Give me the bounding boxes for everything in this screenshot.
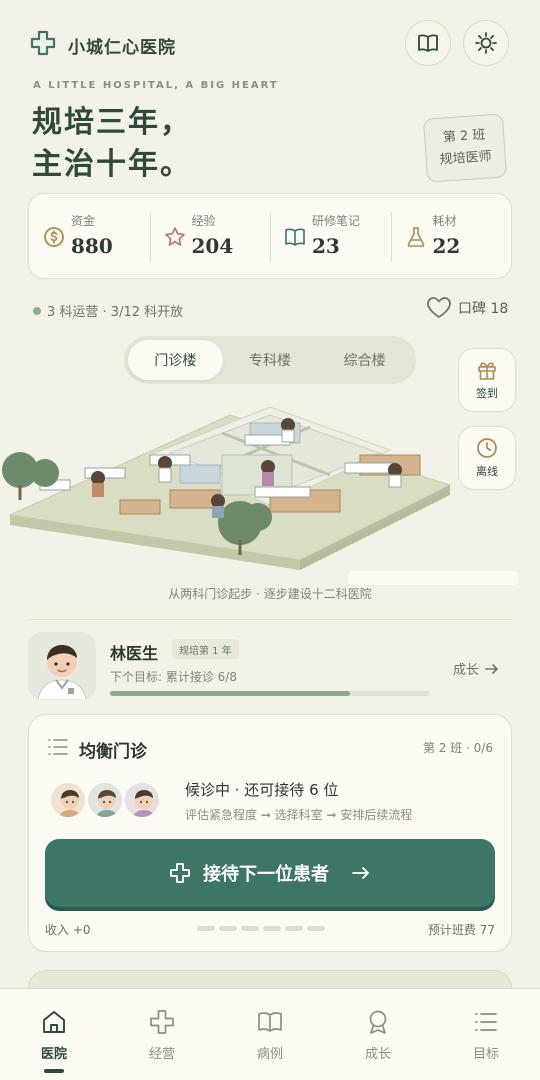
book-icon	[418, 34, 438, 52]
nav-label: 病例	[256, 1047, 283, 1062]
nav-hospital[interactable]: 医院	[0, 989, 108, 1080]
clinic-card: 均衡门诊 第 2 班 · 0/6 候诊中 · 还可接待 6 位 评估紧急程度 ➞…	[28, 714, 512, 952]
stat-label: 资金	[71, 214, 96, 228]
stat-notes[interactable]: 研修笔记 23	[270, 194, 391, 278]
hospital-cross-icon	[30, 30, 56, 56]
arrow-right-icon	[352, 867, 369, 879]
pager-dot[interactable]	[197, 926, 215, 931]
stat-label: 经验	[191, 214, 216, 228]
arrow-right-icon	[485, 663, 498, 674]
gift-icon	[478, 362, 496, 380]
hero-line-2: 主治十年。	[32, 147, 192, 182]
tagline: A LITTLE HOSPITAL, A BIG HEART	[33, 80, 279, 91]
tab-outpatient[interactable]: 门诊楼	[128, 340, 223, 380]
goal-progress	[110, 691, 430, 696]
star-icon	[164, 227, 185, 246]
doctor-year-badge: 规培第 1 年	[172, 639, 239, 659]
clinic-shift-meta: 第 2 班 · 0/6	[422, 741, 493, 755]
nav-cases[interactable]: 病例	[216, 989, 324, 1080]
medal-icon	[369, 1010, 387, 1034]
sun-icon	[475, 32, 497, 54]
pager-dot[interactable]	[285, 926, 303, 931]
doctor-goal: 下个目标: 累计接诊 6/8	[110, 670, 237, 684]
stat-label: 耗材	[432, 214, 457, 228]
class-stamp: 第 2 班 规培医师	[422, 113, 508, 183]
coin-icon	[44, 227, 64, 247]
reputation-badge[interactable]: 口碑 18	[426, 296, 508, 320]
status-dot	[33, 306, 41, 315]
nav-label: 目标	[472, 1047, 499, 1062]
tab-specialty[interactable]: 专科楼	[223, 340, 318, 380]
divider	[28, 619, 512, 620]
book-icon	[285, 228, 305, 246]
cta-label: 接待下一位患者	[203, 864, 329, 885]
home-icon	[43, 1011, 65, 1033]
map-caption: 从两科门诊起步 · 逐步建设十二科医院	[168, 587, 372, 601]
guide-button[interactable]	[405, 20, 451, 66]
nav-label: 经营	[148, 1047, 175, 1062]
growth-link[interactable]: 成长	[453, 659, 499, 678]
building-tabs: 门诊楼 专科楼 综合楼	[124, 336, 416, 384]
income-text: 收入 +0	[45, 923, 91, 937]
patient-portrait-icon	[95, 790, 119, 817]
hero-title: 规培三年， 主治十年。	[32, 102, 192, 186]
department-status: 3 科运营 · 3/12 科开放	[33, 301, 183, 320]
reputation-text: 口碑 18	[458, 301, 509, 317]
stamp-class: 第 2 班	[442, 127, 486, 146]
stat-experience[interactable]: 经验 204	[149, 194, 271, 278]
theme-button[interactable]	[463, 20, 509, 66]
pager-dot[interactable]	[263, 926, 281, 931]
goal-progress-fill	[110, 691, 350, 696]
doctor-name: 林医生	[110, 644, 159, 663]
resource-stats-card: 资金 880 经验 204 研修笔记 23 耗材 22	[28, 193, 512, 279]
heart-icon	[427, 297, 451, 318]
clinic-title: 均衡门诊	[79, 742, 147, 762]
expected-fee: 预计班费 77	[427, 923, 495, 937]
flask-icon	[407, 227, 424, 247]
app-title: 小城仁心医院	[68, 38, 176, 58]
stat-value: 204	[191, 234, 234, 258]
book-icon	[258, 1012, 282, 1032]
patient-portrait-icon	[58, 790, 82, 817]
list-icon	[475, 1013, 497, 1031]
cross-icon	[150, 1010, 174, 1034]
stat-label: 研修笔记	[312, 214, 361, 228]
nav-goals[interactable]: 目标	[432, 989, 540, 1080]
nav-label: 医院	[40, 1047, 67, 1062]
pager-dot[interactable]	[307, 926, 325, 931]
receive-next-patient-button[interactable]: 接待下一位患者	[45, 839, 495, 907]
department-status-text: 3 科运营 · 3/12 科开放	[47, 305, 184, 320]
stat-funds[interactable]: 资金 880	[29, 194, 150, 278]
nav-label: 成长	[364, 1047, 391, 1062]
bottom-nav: 医院 经营 病例 成长 目标	[0, 988, 540, 1080]
pager-dot[interactable]	[219, 926, 237, 931]
growth-link-label: 成长	[453, 663, 480, 678]
stamp-role: 规培医师	[439, 149, 493, 168]
patient-avatar[interactable]	[49, 781, 87, 819]
hero-line-1: 规培三年，	[32, 105, 192, 140]
patient-avatar[interactable]	[86, 781, 124, 819]
hospital-isometric-map[interactable]	[0, 395, 540, 595]
list-icon	[48, 739, 68, 755]
tab-general[interactable]: 综合楼	[317, 340, 412, 380]
nav-growth[interactable]: 成长	[324, 989, 432, 1080]
pager-dot[interactable]	[241, 926, 259, 931]
nav-operations[interactable]: 经营	[108, 989, 216, 1080]
stat-value: 22	[432, 234, 461, 258]
patient-pager	[197, 926, 325, 931]
patient-avatar[interactable]	[123, 781, 161, 819]
doctor-portrait-icon	[37, 645, 87, 700]
stat-value: 880	[71, 234, 113, 258]
cross-icon	[170, 863, 190, 883]
waiting-status: 候诊中 · 还可接待 6 位	[185, 781, 339, 799]
stat-value: 23	[312, 234, 340, 258]
triage-flow: 评估紧急程度 ➞ 选择科室 ➞ 安排后续流程	[185, 808, 413, 822]
stat-supplies[interactable]: 耗材 22	[390, 194, 512, 278]
doctor-avatar[interactable]	[28, 632, 96, 700]
patient-portrait-icon	[132, 790, 156, 817]
